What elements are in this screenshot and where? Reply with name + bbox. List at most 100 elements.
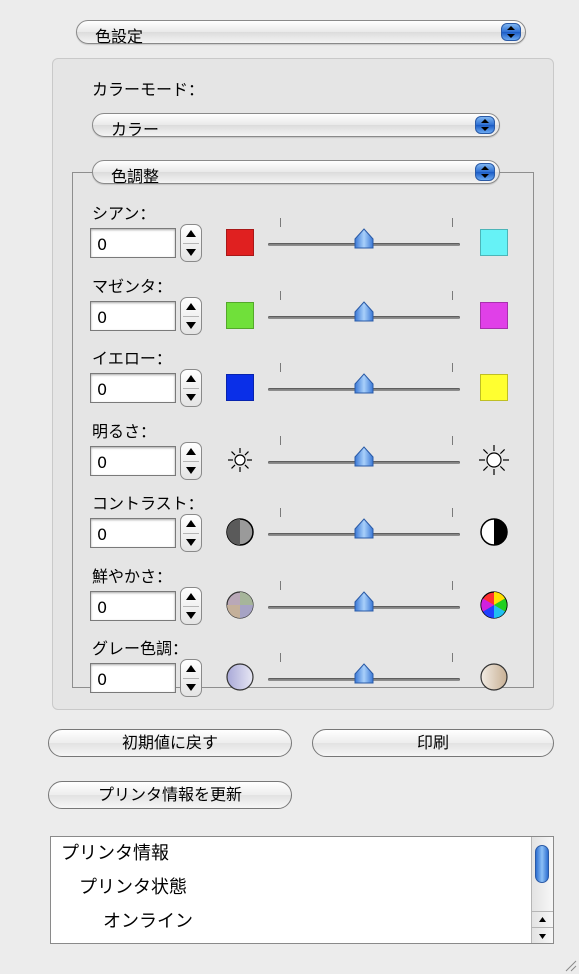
slider-tick: [452, 218, 453, 227]
blue-swatch: [226, 374, 254, 401]
high-contrast-icon: [477, 515, 511, 549]
adjust-slider[interactable]: [268, 581, 460, 621]
scroll-down-button[interactable]: [532, 927, 553, 944]
stepper-down-icon: [186, 612, 196, 619]
adjust-value-input[interactable]: 0: [90, 663, 176, 693]
bright-sun-icon: [477, 443, 511, 477]
update-printer-info-button[interactable]: プリンタ情報を更新: [48, 781, 292, 809]
adjust-label: グレー色調：: [92, 639, 189, 658]
slider-tick: [280, 363, 281, 372]
reset-defaults-button[interactable]: 初期値に戻す: [48, 729, 292, 757]
adjust-slider[interactable]: [268, 363, 460, 403]
settings-popup[interactable]: 色設定: [76, 20, 526, 46]
adjust-value-input[interactable]: 0: [90, 301, 176, 331]
list-item[interactable]: プリンタ情報: [61, 839, 169, 865]
value-stepper[interactable]: [180, 659, 202, 697]
stepper-up-icon: [186, 520, 196, 527]
slider-tick: [452, 653, 453, 662]
stepper-up-icon: [186, 230, 196, 237]
adjust-slider[interactable]: [268, 436, 460, 476]
stepper-up-icon: [186, 665, 196, 672]
popup-arrows-icon: [475, 116, 495, 134]
popup-arrows-icon: [475, 163, 495, 181]
stepper-down-icon: [186, 394, 196, 401]
stepper-up-icon: [186, 593, 196, 600]
adjust-slider[interactable]: [268, 291, 460, 331]
color-mode-popup-value: カラー: [111, 120, 160, 139]
value-stepper[interactable]: [180, 297, 202, 335]
stepper-up-icon: [186, 448, 196, 455]
slider-thumb-icon[interactable]: [353, 446, 375, 468]
slider-tick: [280, 218, 281, 227]
slider-tick: [280, 508, 281, 517]
slider-tick: [280, 291, 281, 300]
slider-tick: [452, 581, 453, 590]
slider-tick: [280, 436, 281, 445]
adjust-label: コントラスト：: [92, 494, 204, 513]
slider-thumb-icon[interactable]: [353, 518, 375, 540]
stepper-down-icon: [186, 249, 196, 256]
slider-tick: [452, 436, 453, 445]
list-item[interactable]: オンライン: [103, 907, 193, 933]
slider-tick: [280, 581, 281, 590]
settings-popup-value: 色設定: [95, 27, 144, 46]
yellow-swatch: [480, 374, 508, 401]
adjust-slider[interactable]: [268, 508, 460, 548]
slider-tick: [452, 508, 453, 517]
adjust-value-input[interactable]: 0: [90, 228, 176, 258]
low-contrast-icon: [223, 515, 257, 549]
adjust-slider[interactable]: [268, 218, 460, 258]
slider-tick: [452, 291, 453, 300]
value-stepper[interactable]: [180, 442, 202, 480]
cyan-swatch: [480, 229, 508, 256]
slider-thumb-icon[interactable]: [353, 373, 375, 395]
printer-info-list[interactable]: プリンタ情報 プリンタ状態 オンライン: [50, 836, 554, 944]
dull-color-wheel-icon: [223, 588, 257, 622]
scroll-up-button[interactable]: [532, 911, 553, 928]
slider-thumb-icon[interactable]: [353, 301, 375, 323]
arrow-up-icon: [539, 917, 546, 922]
slider-tick: [280, 653, 281, 662]
adjust-label: シアン：: [92, 204, 156, 223]
red-swatch: [226, 229, 254, 256]
value-stepper[interactable]: [180, 587, 202, 625]
color-mode-label: カラーモード：: [92, 80, 205, 99]
stepper-down-icon: [186, 467, 196, 474]
scroll-thumb[interactable]: [535, 845, 549, 883]
adjust-value-input[interactable]: 0: [90, 518, 176, 548]
warm-gray-icon: [477, 660, 511, 694]
dim-sun-icon: [223, 443, 257, 477]
vivid-color-wheel-icon: [477, 588, 511, 622]
adjust-slider[interactable]: [268, 653, 460, 693]
value-stepper[interactable]: [180, 224, 202, 262]
value-stepper[interactable]: [180, 514, 202, 552]
adjust-label: 鮮やかさ：: [92, 567, 173, 586]
slider-thumb-icon[interactable]: [353, 228, 375, 250]
adjust-value-input[interactable]: 0: [90, 373, 176, 403]
adjust-value-input[interactable]: 0: [90, 446, 176, 476]
print-button[interactable]: 印刷: [312, 729, 554, 757]
cool-gray-icon: [223, 660, 257, 694]
adjust-value-input[interactable]: 0: [90, 591, 176, 621]
stepper-down-icon: [186, 684, 196, 691]
stepper-down-icon: [186, 539, 196, 546]
green-swatch: [226, 302, 254, 329]
color-adjust-popup-value: 色調整: [111, 167, 160, 186]
magenta-swatch: [480, 302, 508, 329]
slider-thumb-icon[interactable]: [353, 663, 375, 685]
adjust-label: マゼンタ：: [92, 277, 173, 296]
arrow-down-icon: [539, 934, 546, 939]
list-item[interactable]: プリンタ状態: [79, 873, 187, 899]
resize-grip-icon[interactable]: [563, 958, 577, 972]
slider-thumb-icon[interactable]: [353, 591, 375, 613]
color-mode-popup[interactable]: カラー: [92, 113, 500, 139]
popup-arrows-icon: [501, 23, 521, 41]
value-stepper[interactable]: [180, 369, 202, 407]
color-adjust-popup[interactable]: 色調整: [92, 160, 500, 186]
adjust-label: イエロー：: [92, 349, 172, 368]
stepper-up-icon: [186, 375, 196, 382]
adjust-label: 明るさ：: [92, 422, 157, 441]
vertical-scrollbar[interactable]: [531, 837, 553, 943]
stepper-up-icon: [186, 303, 196, 310]
stepper-down-icon: [186, 322, 196, 329]
